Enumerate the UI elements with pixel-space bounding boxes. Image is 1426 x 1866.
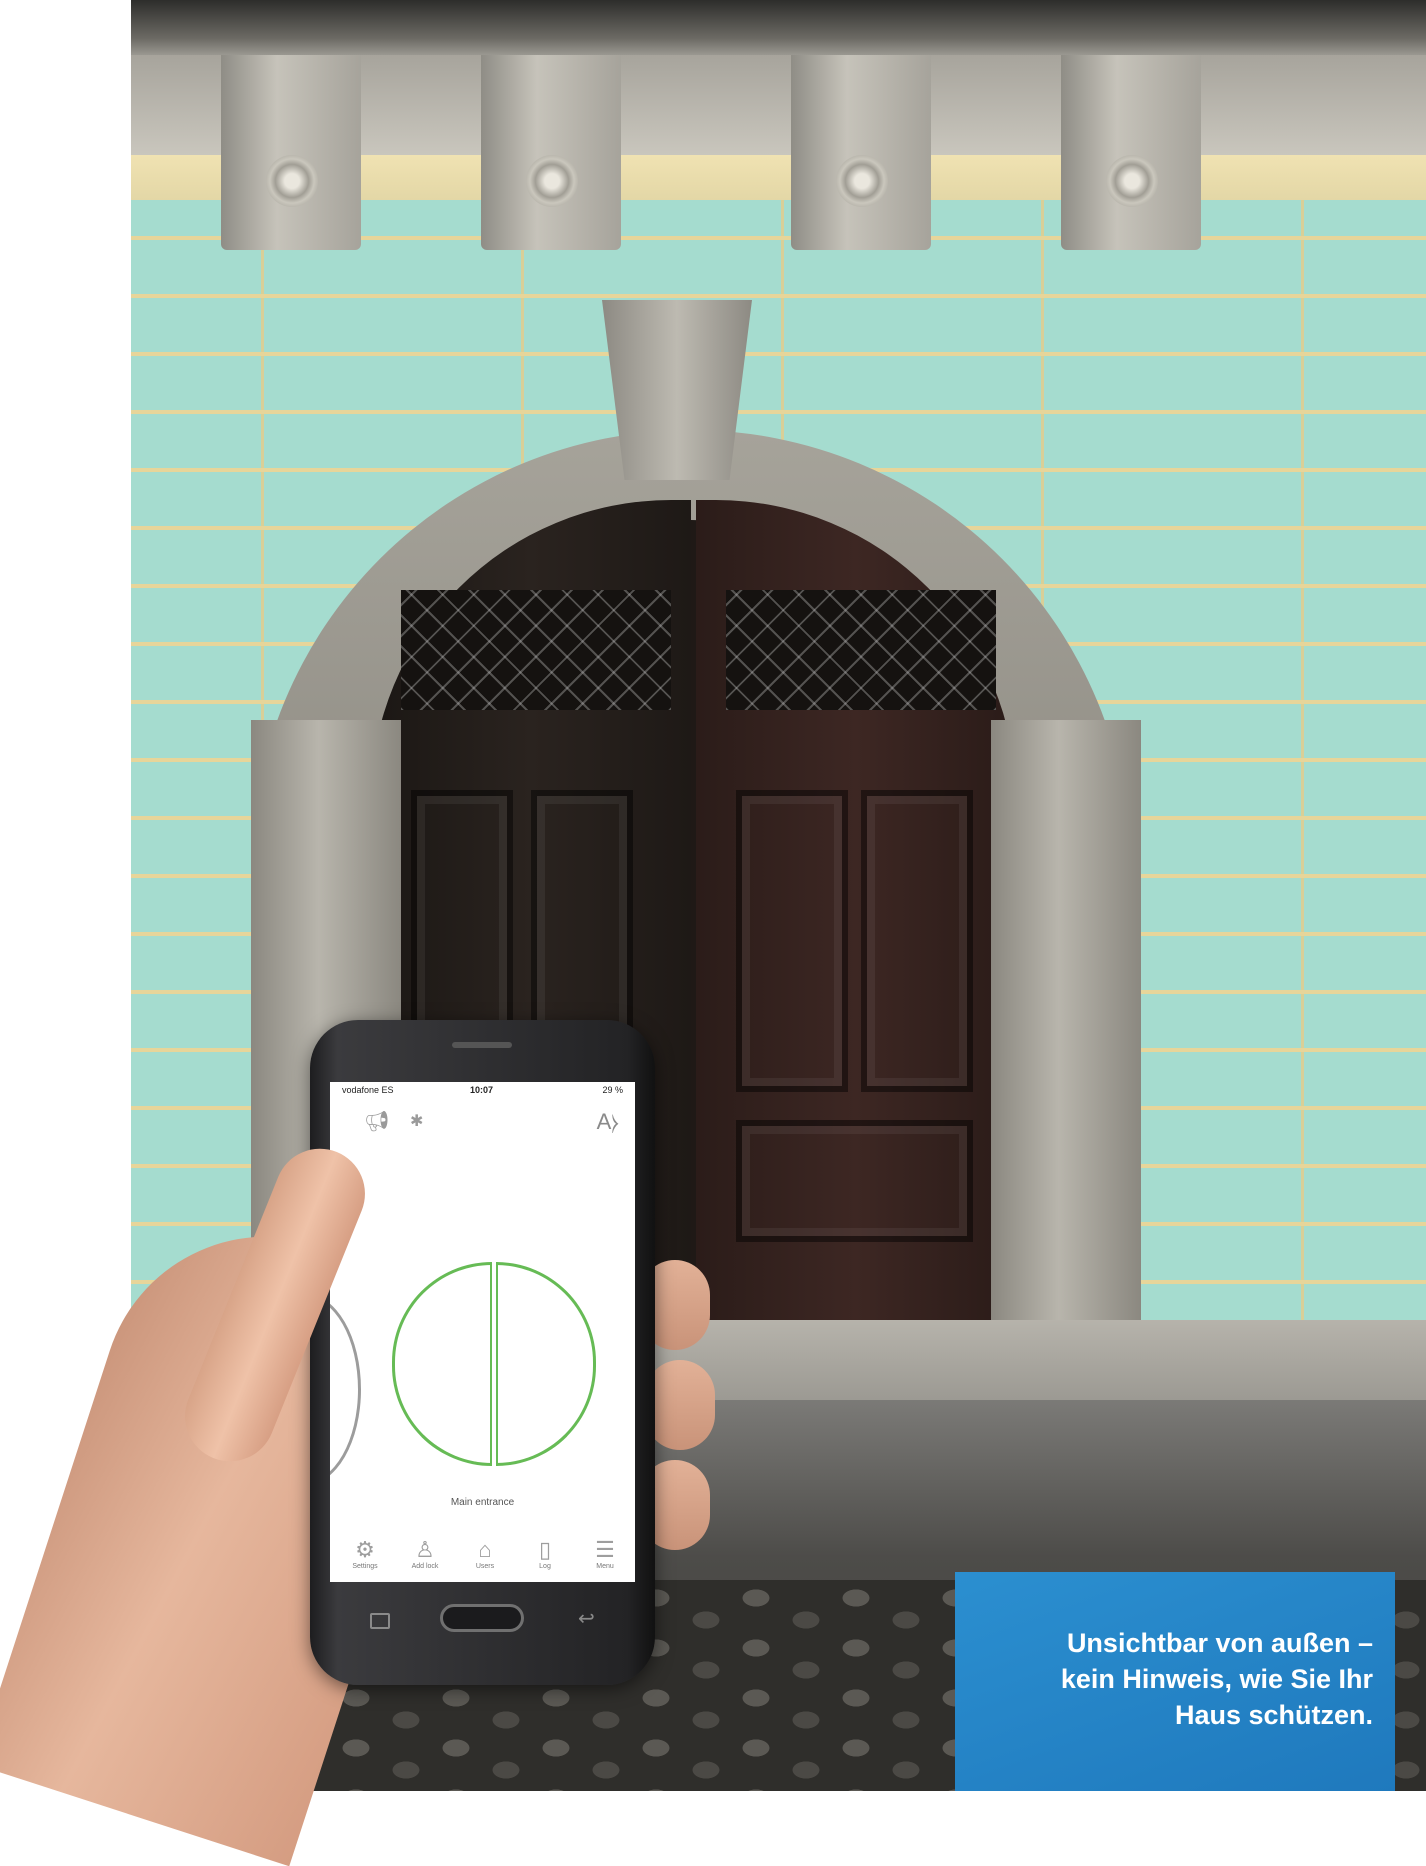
user-icon: ⌂ bbox=[478, 1537, 492, 1562]
previous-lock-circle[interactable] bbox=[330, 1294, 361, 1485]
bottom-tab-bar: ⚙ Settings ♙ Add lock ⌂ Users ▯ Log ☰ Me… bbox=[330, 1537, 635, 1582]
caption-box: Unsichtbar von außen – kein Hinweis, wie… bbox=[955, 1572, 1395, 1791]
door-grille bbox=[726, 590, 996, 710]
tab-label: Users bbox=[475, 1563, 495, 1570]
home-button[interactable] bbox=[440, 1604, 524, 1632]
right-pilaster bbox=[991, 720, 1141, 1320]
add-lock-icon: ♙ bbox=[415, 1537, 435, 1562]
caption-line-2: kein Hinweis, wie Sie Ihr bbox=[1060, 1664, 1373, 1694]
balcony-cornice bbox=[131, 0, 1426, 55]
stone-corbel bbox=[791, 55, 931, 250]
hardware-buttons: ↩ bbox=[310, 1600, 655, 1640]
stone-corbel bbox=[221, 55, 361, 250]
phone-speaker bbox=[452, 1042, 512, 1048]
bluetooth-icon[interactable]: ✱ bbox=[410, 1112, 423, 1132]
caption-line-3: Haus schützen. bbox=[1174, 1700, 1373, 1730]
caption-line-1: Unsichtbar von außen – bbox=[1066, 1628, 1373, 1658]
tab-label: Menu bbox=[596, 1563, 614, 1570]
finger bbox=[645, 1360, 715, 1450]
smartphone: vodafone ES 10:07 29 % 📢︎ ✱ A⧽ Main entr… bbox=[310, 1020, 655, 1685]
lock-name-label: Main entrance bbox=[450, 1497, 515, 1508]
door-panel bbox=[736, 790, 848, 1092]
app-top-bar: 📢︎ ✱ A⧽ bbox=[330, 1106, 635, 1136]
battery-label: 29 % bbox=[602, 1085, 623, 1095]
menu-icon: ☰ bbox=[595, 1537, 615, 1562]
carrier-label: vodafone ES bbox=[342, 1085, 394, 1095]
arch-keystone bbox=[602, 300, 752, 480]
megaphone-icon[interactable]: 📢︎ bbox=[364, 1112, 389, 1132]
rosette-ornament bbox=[1106, 155, 1158, 207]
door-panel bbox=[736, 1120, 973, 1242]
stone-corbel bbox=[1061, 55, 1201, 250]
lock-button[interactable] bbox=[392, 1262, 596, 1466]
tab-label: Log bbox=[539, 1563, 551, 1570]
lock-half-right bbox=[496, 1262, 596, 1466]
phone-screen: vodafone ES 10:07 29 % 📢︎ ✱ A⧽ Main entr… bbox=[330, 1082, 635, 1582]
recent-apps-icon[interactable] bbox=[370, 1613, 390, 1629]
tab-label: Settings bbox=[352, 1563, 378, 1570]
rosette-ornament bbox=[526, 155, 578, 207]
lock-half-left bbox=[392, 1262, 492, 1466]
door-grille bbox=[401, 590, 671, 710]
rosette-ornament bbox=[836, 155, 888, 207]
tab-add-lock[interactable]: ♙ Add lock bbox=[400, 1537, 450, 1570]
gear-icon: ⚙ bbox=[355, 1537, 375, 1562]
tab-settings[interactable]: ⚙ Settings bbox=[340, 1537, 390, 1570]
status-time: 10:07 bbox=[470, 1085, 494, 1095]
log-icon: ▯ bbox=[538, 1537, 552, 1562]
accessibility-text-icon[interactable]: A⧽ bbox=[596, 1109, 619, 1134]
door-panel bbox=[861, 790, 973, 1092]
tab-label: Add lock bbox=[411, 1563, 439, 1570]
tab-log[interactable]: ▯ Log bbox=[520, 1537, 570, 1570]
aa-letter: A bbox=[596, 1109, 612, 1134]
tab-users[interactable]: ⌂ Users bbox=[460, 1537, 510, 1570]
back-icon[interactable]: ↩ bbox=[578, 1606, 595, 1631]
rosette-ornament bbox=[266, 155, 318, 207]
tab-menu[interactable]: ☰ Menu bbox=[580, 1537, 630, 1570]
stone-corbel bbox=[481, 55, 621, 250]
right-door bbox=[696, 500, 1016, 1360]
status-bar: vodafone ES 10:07 29 % bbox=[330, 1082, 635, 1098]
